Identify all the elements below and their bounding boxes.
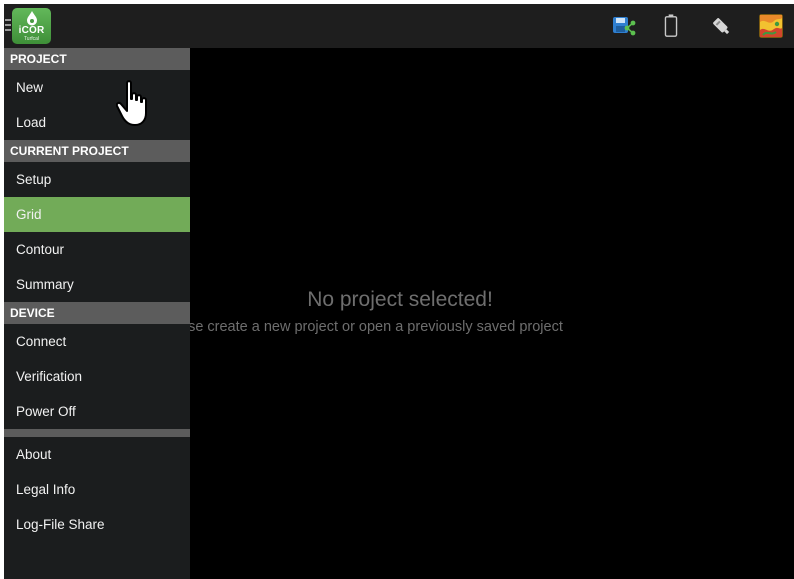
app-screen: iCOR Turfcal PROJECT New Load CURRENT PR… (4, 4, 794, 579)
logo-brand: iCOR (18, 25, 45, 36)
menu-item-new[interactable]: New (4, 70, 190, 105)
logo-subtitle: Turfcal (23, 36, 40, 42)
menu-item-load[interactable]: Load (4, 105, 190, 140)
droplet-icon (27, 11, 37, 26)
menu-item-log-file-share[interactable]: Log-File Share (4, 507, 190, 542)
menu-item-connect[interactable]: Connect (4, 324, 190, 359)
menu-item-grid[interactable]: Grid (4, 197, 190, 232)
main-content: No project selected! ase create a new pr… (190, 48, 794, 579)
section-header-device: DEVICE (4, 302, 190, 324)
menu-item-contour[interactable]: Contour (4, 232, 190, 267)
section-header-project: PROJECT (4, 48, 190, 70)
drawer-divider (4, 429, 190, 437)
hand-pointer-icon (116, 80, 147, 126)
menu-item-power-off[interactable]: Power Off (4, 394, 190, 429)
map-icon[interactable] (759, 14, 783, 38)
menu-item-about[interactable]: About (4, 437, 190, 472)
battery-icon (664, 14, 678, 37)
section-header-current-project: CURRENT PROJECT (4, 140, 190, 162)
menu-icon[interactable] (4, 16, 12, 34)
app-logo: iCOR Turfcal (12, 8, 51, 44)
save-share-icon[interactable] (611, 14, 637, 38)
empty-state-message: ase create a new project or open a previ… (190, 319, 563, 335)
menu-item-summary[interactable]: Summary (4, 267, 190, 302)
menu-item-legal-info[interactable]: Legal Info (4, 472, 190, 507)
top-app-bar: iCOR Turfcal (4, 4, 794, 48)
empty-state-title: No project selected! (307, 288, 493, 311)
menu-item-verification[interactable]: Verification (4, 359, 190, 394)
navigation-drawer: PROJECT New Load CURRENT PROJECT Setup G… (4, 48, 190, 579)
device-probe-icon[interactable] (710, 14, 732, 38)
menu-item-setup[interactable]: Setup (4, 162, 190, 197)
